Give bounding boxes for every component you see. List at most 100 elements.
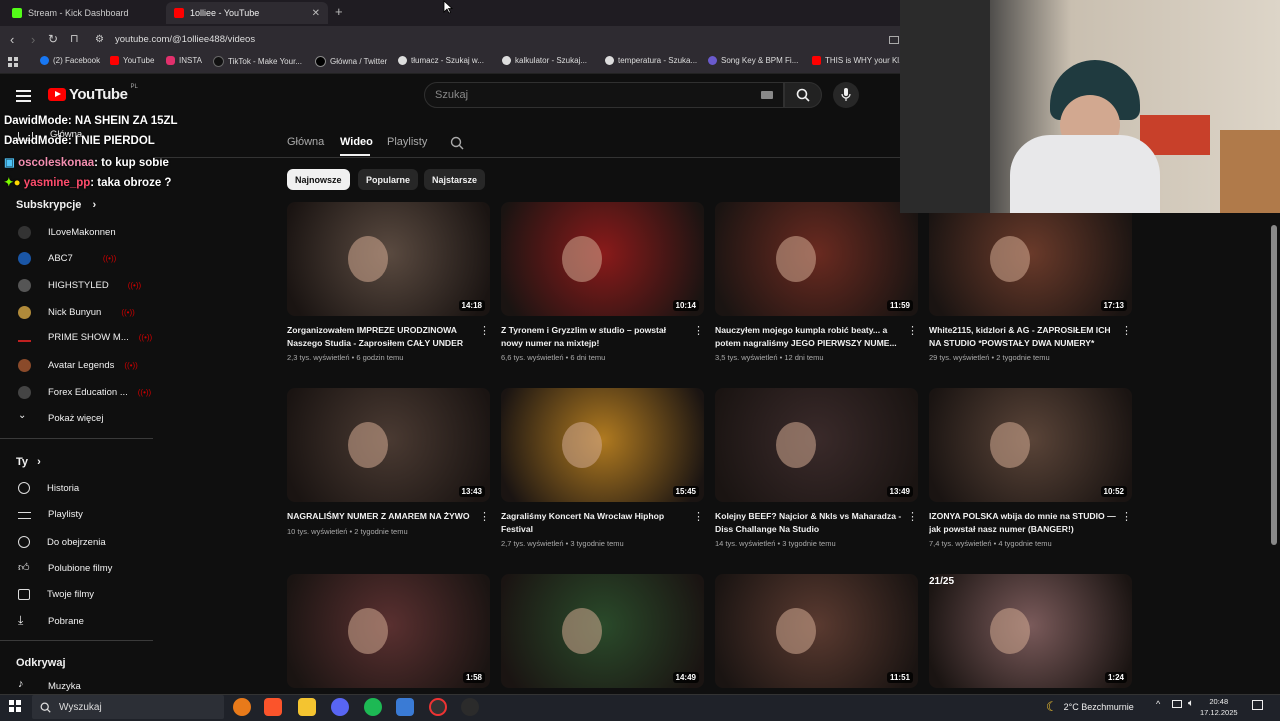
app-icon-2[interactable]	[396, 698, 414, 716]
bookmark-kalkulator[interactable]: kalkulator - Szukaj...	[502, 56, 587, 65]
video-card[interactable]: 13:43 NAGRALIŚMY NUMER Z AMAREM NA ŻYWO 10…	[287, 388, 490, 536]
video-card[interactable]: 15:45 Zagraliśmy Koncert Na Wroclaw Hipho…	[501, 388, 704, 548]
sidebar-sub-item[interactable]: Avatar Legends ((•))	[18, 359, 138, 372]
video-card[interactable]: 11:59 Nauczyłem mojego kumpla robić beaty…	[715, 202, 918, 362]
video-card[interactable]: 13:49 Kolejny BEEF? Najcior & Nkls vs Mah…	[715, 388, 918, 548]
forward-icon[interactable]: ›	[31, 32, 35, 47]
video-thumbnail[interactable]: 10:14	[501, 202, 704, 316]
video-card[interactable]: 10:14 Z Tyronem i Gryzzlim w studio – pow…	[501, 202, 704, 362]
video-title[interactable]: Kolejny BEEF? Najcior & Nkls vs Maharadz…	[715, 510, 903, 535]
you-header[interactable]: Ty ›	[16, 456, 41, 468]
sidebar-sub-item[interactable]: Nick Bunyun ((•))	[18, 306, 135, 319]
more-options-icon[interactable]: ⋮	[907, 510, 918, 523]
sidebar-sub-item[interactable]: ILoveMakonnen	[18, 226, 116, 239]
youtube-logo[interactable]: YouTube PL	[48, 84, 138, 103]
network-icon[interactable]	[1172, 700, 1182, 708]
video-title[interactable]: Z Tyronem i Gryzzlim w studio – powstał …	[501, 324, 689, 349]
close-tab-icon[interactable]: ✕	[312, 8, 320, 19]
video-thumbnail[interactable]: 13:43	[287, 388, 490, 502]
app-icon-1[interactable]	[233, 698, 251, 716]
video-thumbnail[interactable]: 14:18	[287, 202, 490, 316]
more-options-icon[interactable]: ⋮	[907, 324, 918, 337]
subscriptions-header[interactable]: Subskrypcje ›	[16, 199, 96, 211]
bookmark-icon[interactable]: ⊓	[70, 32, 79, 45]
video-thumbnail[interactable]: 13:49	[715, 388, 918, 502]
new-tab-button[interactable]: +	[335, 4, 343, 19]
video-card[interactable]: 17:13 White2115, kidzlori & AG - ZAPROSIŁ…	[929, 202, 1132, 362]
cast-icon[interactable]	[889, 36, 899, 44]
more-options-icon[interactable]: ⋮	[1121, 324, 1132, 337]
video-card[interactable]: 11:51	[715, 574, 918, 688]
menu-icon[interactable]	[16, 87, 31, 105]
tab-videos[interactable]: Wideo	[340, 136, 373, 148]
sidebar-sub-item[interactable]: PRIME SHOW M... ((•))	[18, 332, 152, 343]
more-options-icon[interactable]: ⋮	[693, 324, 704, 337]
video-title[interactable]: Nauczyłem mojego kumpla robić beaty... a…	[715, 324, 903, 349]
channel-search-icon[interactable]	[450, 136, 464, 155]
video-thumbnail[interactable]: 17:13	[929, 202, 1132, 316]
more-options-icon[interactable]: ⋮	[693, 510, 704, 523]
video-card[interactable]: 1:58	[287, 574, 490, 688]
brave-browser-icon[interactable]	[264, 698, 282, 716]
search-button[interactable]	[784, 82, 822, 108]
scrollbar[interactable]	[1271, 225, 1277, 545]
sidebar-item-liked[interactable]: 👍︎ Polubione filmy	[18, 562, 112, 574]
video-thumbnail[interactable]: 10:52	[929, 388, 1132, 502]
sidebar-sub-item[interactable]: HIGHSTYLED ((•))	[18, 279, 141, 292]
more-options-icon[interactable]: ⋮	[1121, 510, 1132, 523]
bookmark-twitter[interactable]: Główna / Twitter	[315, 56, 387, 67]
sidebar-item-your-videos[interactable]: Twoje filmy	[18, 589, 94, 600]
notification-icon[interactable]	[1252, 700, 1263, 710]
url-field[interactable]: youtube.com/@1olliee488/videos	[115, 34, 255, 45]
voice-search-button[interactable]	[833, 82, 859, 108]
video-thumbnail[interactable]: 11:59	[715, 202, 918, 316]
video-title[interactable]: NAGRALIŚMY NUMER Z AMAREM NA ŻYWO	[287, 510, 475, 523]
more-options-icon[interactable]: ⋮	[479, 510, 490, 523]
video-thumbnail[interactable]: 1:24 21/25	[929, 574, 1132, 688]
show-more-button[interactable]: ⌄ Pokaż więcej	[18, 410, 103, 424]
bookmark-facebook[interactable]: (2) Facebook	[40, 56, 100, 65]
discord-icon[interactable]	[331, 698, 349, 716]
bookmark-this-is-why[interactable]: THIS is WHY your Kl...	[812, 56, 906, 65]
sidebar-item-downloads[interactable]: ⤓ Pobrane	[18, 613, 84, 627]
site-info-icon[interactable]: ⚙	[95, 34, 104, 45]
sidebar-sub-item[interactable]: Forex Education ... ((•))	[18, 386, 151, 399]
bookmark-temperatura[interactable]: temperatura - Szuka...	[605, 56, 697, 65]
bookmark-tiktok[interactable]: TikTok - Make Your...	[213, 56, 302, 67]
chip-popular[interactable]: Popularne	[358, 169, 419, 190]
system-clock[interactable]: 20:48 17.12.2025	[1200, 696, 1238, 718]
reload-icon[interactable]: ↻	[48, 32, 58, 46]
video-title[interactable]: Zorganizowałem IMPREZE URODZINOWA Naszeg…	[287, 324, 475, 349]
tab-youtube[interactable]: 1olliee - YouTube ✕	[166, 2, 328, 24]
chip-oldest[interactable]: Najstarsze	[424, 169, 486, 190]
weather-widget[interactable]: ☾ 2°C Bezchmurnie	[1046, 699, 1134, 715]
tab-playlists[interactable]: Playlisty	[387, 136, 427, 148]
spotify-icon[interactable]	[364, 698, 382, 716]
bookmark-insta[interactable]: INSTA	[166, 56, 202, 65]
search-input[interactable]: Szukaj	[424, 82, 784, 108]
sidebar-item-playlists[interactable]: Playlisty	[18, 509, 83, 520]
taskbar-search[interactable]: Wyszukaj	[32, 695, 224, 719]
keyboard-icon[interactable]	[761, 91, 773, 99]
tray-expand-icon[interactable]: ^	[1156, 699, 1160, 709]
bookmark-tlumacz[interactable]: tłumacz - Szukaj w...	[398, 56, 484, 65]
tab-kick-dashboard[interactable]: Stream - Kick Dashboard	[4, 2, 164, 24]
sidebar-item-music[interactable]: ♪ Muzyka	[18, 678, 81, 692]
video-card[interactable]: 10:52 IZONYA POLSKA wbija do mnie na STUD…	[929, 388, 1132, 548]
sidebar-sub-item[interactable]: ABC7 ((•))	[18, 252, 116, 265]
video-title[interactable]: White2115, kidzlori & AG - ZAPROSIŁEM IC…	[929, 324, 1117, 349]
apps-icon[interactable]	[8, 57, 18, 67]
app-icon-3[interactable]	[461, 698, 479, 716]
chip-newest[interactable]: Najnowsze	[287, 169, 350, 190]
windows-start-icon[interactable]	[9, 700, 21, 712]
more-options-icon[interactable]: ⋮	[479, 324, 490, 337]
video-thumbnail[interactable]: 15:45	[501, 388, 704, 502]
sidebar-item-history[interactable]: Historia	[18, 482, 79, 494]
video-card[interactable]: 1:24 21/25	[929, 574, 1132, 688]
bookmark-songkey[interactable]: Song Key & BPM Fi...	[708, 56, 798, 65]
back-icon[interactable]: ‹	[10, 32, 14, 47]
video-card[interactable]: 14:18 Zorganizowałem IMPREZE URODZINOWA N…	[287, 202, 490, 362]
video-thumbnail[interactable]: 14:49	[501, 574, 704, 688]
volume-icon[interactable]: 🔈︎	[1188, 698, 1194, 709]
video-thumbnail[interactable]: 11:51	[715, 574, 918, 688]
